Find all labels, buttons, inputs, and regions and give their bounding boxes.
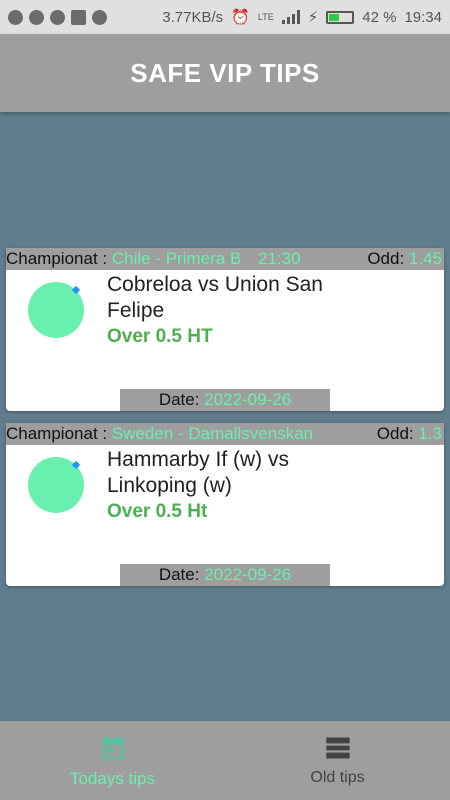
app-notification-icon (29, 9, 44, 25)
alarm-icon: ⏰ (231, 9, 250, 26)
tip-text: Over 0.5 Ht (107, 501, 208, 522)
odd-label: Odd: (376, 424, 414, 443)
notification-icons (8, 9, 107, 25)
odd-value: 1.3 (418, 424, 442, 443)
network-speed: 3.77KB/s (162, 8, 224, 26)
date-label: Date: (158, 390, 200, 409)
battery-percent: 42 % (362, 8, 397, 26)
championat-name: Sweden - Damallsvenskan (111, 424, 314, 443)
date-label: Date: (158, 565, 200, 584)
championat-label: Championat : (6, 424, 108, 443)
card-header: Championat : Sweden - Damallsvenskan Odd… (6, 423, 444, 445)
status-bar: 3.77KB/s ⏰ LTE ⚡ 42 % 19:34 (0, 0, 450, 34)
charging-icon: ⚡ (307, 9, 319, 26)
match-date: 2022-09-26 (204, 565, 292, 584)
nav-todays-tips[interactable]: Todays tips (0, 721, 225, 800)
shield-icon (92, 9, 107, 25)
network-type: LTE (257, 12, 274, 22)
nav-label: Todays tips (69, 769, 156, 788)
card-header: Championat : Chile - Primera B 21:30 Odd… (6, 248, 444, 270)
match-time: 21:30 (258, 249, 301, 268)
messenger-icon (50, 9, 65, 25)
bottom-navigation: Todays tips Old tips (0, 721, 450, 800)
nav-old-tips[interactable]: Old tips (225, 721, 450, 800)
odd-label: Odd: (367, 249, 405, 268)
app-title: SAFE VIP TIPS (130, 57, 320, 88)
odd-value: 1.45 (408, 249, 442, 268)
match-date: 2022-09-26 (204, 390, 292, 409)
match-teams: Cobreloa vs Union San Felipe (107, 273, 323, 322)
nav-label: Old tips (310, 769, 365, 786)
championat-label: Championat : (6, 249, 108, 268)
tip-card[interactable]: Championat : Chile - Primera B 21:30 Odd… (6, 248, 444, 411)
championat-name: Chile - Primera B (111, 249, 242, 268)
app-bar: SAFE VIP TIPS (0, 34, 450, 112)
clock: 19:34 (404, 8, 442, 26)
match-teams: Hammarby If (w) vs Linkoping (w) (107, 448, 290, 497)
signal-icon (281, 10, 300, 24)
date-box: Date: 2022-09-26 (120, 564, 330, 586)
progress-circle-icon (28, 282, 84, 338)
whatsapp-icon (8, 9, 23, 25)
date-box: Date: 2022-09-26 (120, 389, 330, 411)
mail-icon (71, 9, 86, 25)
list-icon (325, 737, 350, 759)
calendar-icon (102, 736, 123, 760)
tip-card[interactable]: Championat : Sweden - Damallsvenskan Odd… (6, 423, 444, 586)
progress-circle-icon (28, 457, 84, 513)
tip-text: Over 0.5 HT (107, 326, 213, 347)
battery-icon (326, 10, 355, 24)
